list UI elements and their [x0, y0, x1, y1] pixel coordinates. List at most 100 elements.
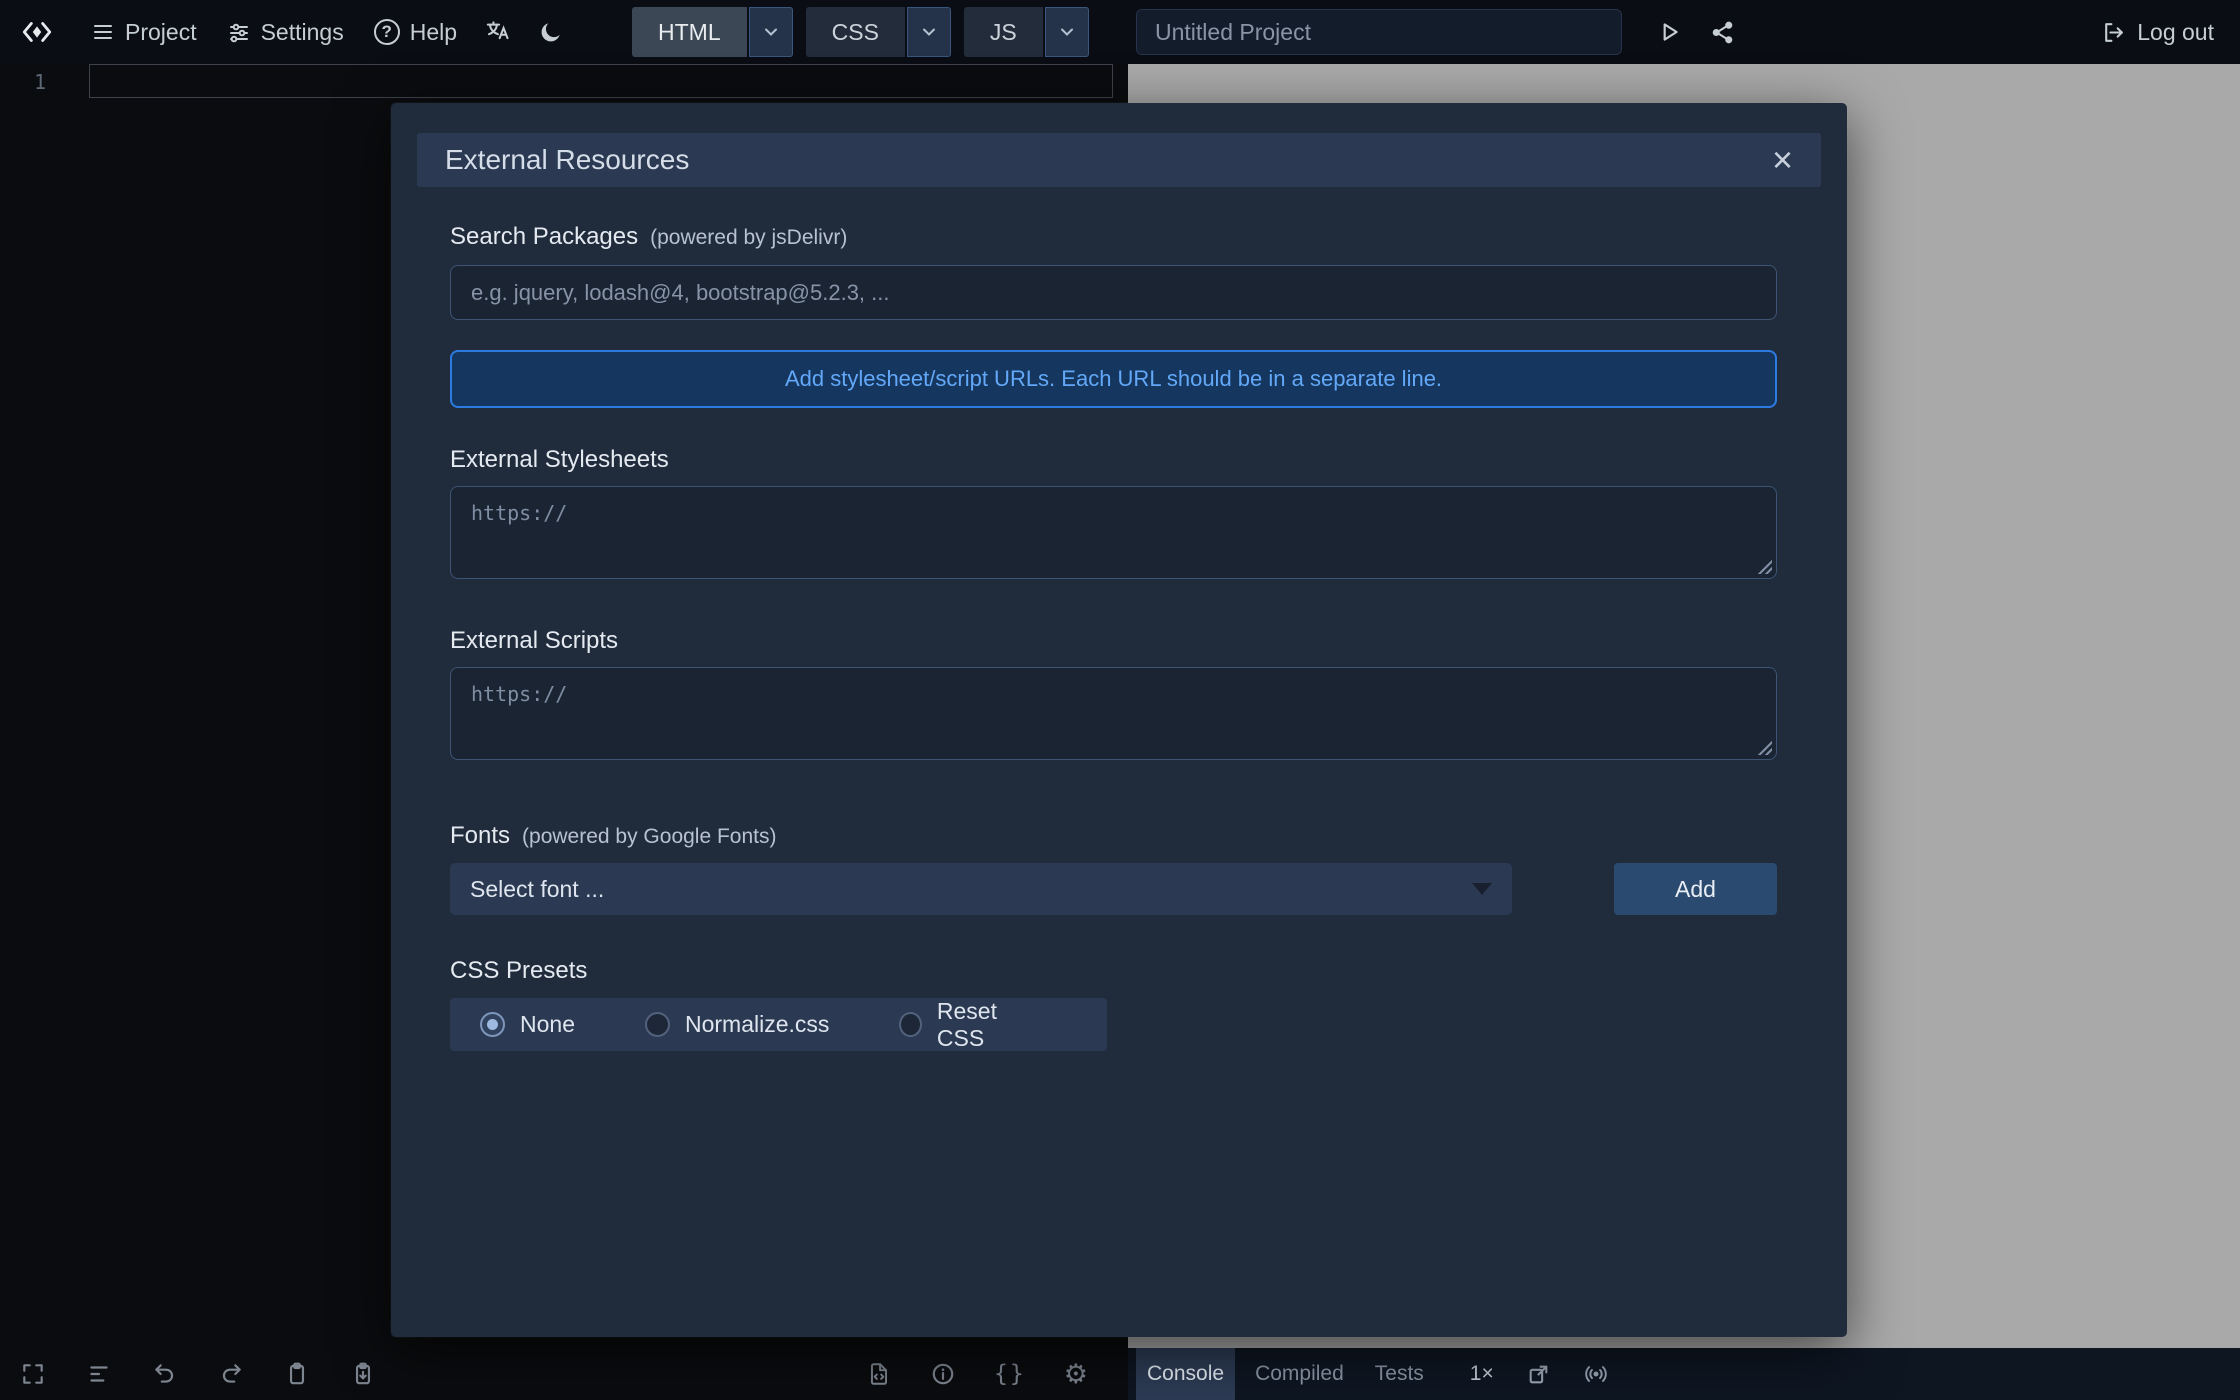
tab-js-label[interactable]: JS [964, 7, 1043, 57]
external-stylesheets-label: External Stylesheets [450, 446, 669, 474]
chevron-down-icon [761, 22, 781, 42]
logout-label: Log out [2137, 19, 2214, 46]
run-button[interactable] [1645, 0, 1693, 64]
custom-settings-button[interactable] [866, 1361, 892, 1387]
css-presets-label-row: CSS Presets [450, 957, 1777, 985]
radio-label: Normalize.css [685, 1011, 829, 1038]
redo-icon [218, 1361, 244, 1387]
editor-settings-button[interactable]: ⚙ [1064, 1361, 1088, 1388]
hamburger-icon [91, 20, 115, 44]
sliders-icon [227, 20, 251, 44]
translate-icon [485, 19, 512, 46]
radio-circle-icon [480, 1012, 505, 1037]
css-presets-radio-group: None Normalize.css Reset CSS [450, 998, 1107, 1051]
stylesheets-textarea-wrap [450, 486, 1777, 579]
menu-item-help[interactable]: ? Help [359, 0, 472, 64]
share-button[interactable] [1698, 0, 1746, 64]
fonts-label: Fonts [450, 822, 510, 850]
tab-js-dropdown[interactable] [1045, 7, 1089, 57]
radio-reset-css[interactable]: Reset CSS [899, 998, 1037, 1052]
app-logo-icon[interactable] [14, 9, 60, 55]
chevron-down-icon [1057, 22, 1077, 42]
font-select[interactable]: Select font ... [450, 863, 1512, 915]
menu-item-label: Settings [261, 19, 344, 46]
modal-body: Search Packages (powered by jsDelivr) Ad… [391, 223, 1847, 1051]
console-bar: Console Compiled Tests 1× [1128, 1348, 2240, 1400]
modal-title: External Resources [445, 144, 689, 176]
fonts-hint: (powered by Google Fonts) [522, 825, 776, 849]
tab-html-label[interactable]: HTML [632, 7, 747, 57]
scripts-label-row: External Scripts [450, 627, 1777, 655]
play-icon [1656, 19, 1682, 45]
editor-info-button[interactable] [930, 1361, 956, 1387]
main-menu: Project Settings ? Help [76, 0, 577, 64]
open-result-window-button[interactable] [1526, 1362, 1551, 1387]
tab-compiled[interactable]: Compiled [1244, 1348, 1355, 1400]
stylesheets-label-row: External Stylesheets [450, 446, 1777, 474]
broadcast-icon [1583, 1361, 1609, 1387]
modal-header: External Resources × [417, 133, 1821, 187]
share-icon [1710, 20, 1735, 45]
radio-label: None [520, 1011, 575, 1038]
logout-button[interactable]: Log out [2101, 0, 2214, 64]
editor-tools-right: {} ⚙ [866, 1348, 1088, 1400]
radio-none[interactable]: None [480, 1011, 575, 1038]
dark-mode-toggle[interactable] [525, 0, 577, 64]
css-presets-label: CSS Presets [450, 957, 587, 985]
copy-button[interactable] [284, 1361, 310, 1387]
external-resources-modal: External Resources × Search Packages (po… [391, 103, 1847, 1337]
open-window-icon [1526, 1362, 1551, 1387]
menu-item-label: Help [410, 19, 457, 46]
format-code-button[interactable] [86, 1361, 112, 1387]
menu-item-project[interactable]: Project [76, 0, 212, 64]
braces-icon: {} [994, 1361, 1026, 1387]
external-scripts-label: External Scripts [450, 627, 618, 655]
close-icon[interactable]: × [1772, 142, 1793, 178]
tab-css-label[interactable]: CSS [806, 7, 905, 57]
broadcast-button[interactable] [1583, 1361, 1609, 1387]
url-hint-banner: Add stylesheet/script URLs. Each URL sho… [450, 350, 1777, 408]
external-stylesheets-textarea[interactable] [450, 486, 1777, 579]
menu-item-settings[interactable]: Settings [212, 0, 359, 64]
project-title-input[interactable] [1136, 9, 1622, 55]
help-icon: ? [374, 19, 400, 45]
corners-icon [20, 1361, 46, 1387]
search-packages-label: Search Packages [450, 223, 638, 251]
moon-icon [538, 19, 564, 45]
tab-console[interactable]: Console [1136, 1348, 1235, 1400]
fonts-label-row: Fonts (powered by Google Fonts) [450, 822, 1777, 850]
focus-editor-button[interactable] [20, 1361, 46, 1387]
tab-tests[interactable]: Tests [1364, 1348, 1435, 1400]
topbar: Project Settings ? Help [0, 0, 2240, 64]
select-caret-icon [1472, 883, 1492, 895]
line-number: 1 [20, 70, 46, 94]
tab-html-dropdown[interactable] [749, 7, 793, 57]
clipboard-icon [284, 1361, 310, 1387]
editor-current-line-box [89, 64, 1113, 98]
tab-css-dropdown[interactable] [907, 7, 951, 57]
search-packages-hint: (powered by jsDelivr) [650, 226, 847, 250]
search-packages-input[interactable] [450, 265, 1777, 320]
radio-circle-icon [645, 1012, 670, 1037]
radio-normalize-css[interactable]: Normalize.css [645, 1011, 829, 1038]
format-lines-icon [86, 1361, 112, 1387]
scripts-textarea-wrap [450, 667, 1777, 760]
radio-circle-icon [899, 1012, 921, 1037]
paste-button[interactable] [350, 1361, 376, 1387]
tab-js: JS [964, 7, 1089, 57]
undo-button[interactable] [152, 1361, 178, 1387]
tab-css: CSS [806, 7, 951, 57]
undo-icon [152, 1361, 178, 1387]
gear-icon: ⚙ [1064, 1361, 1088, 1388]
tab-html: HTML [632, 7, 793, 57]
editor-syntax-button[interactable]: {} [994, 1361, 1026, 1387]
code-file-icon [866, 1361, 892, 1387]
translate-button[interactable] [472, 0, 525, 64]
add-font-button[interactable]: Add [1614, 863, 1777, 915]
external-scripts-textarea[interactable] [450, 667, 1777, 760]
search-packages-label-row: Search Packages (powered by jsDelivr) [450, 223, 1777, 251]
zoom-level-button[interactable]: 1× [1470, 1362, 1494, 1386]
chevron-down-icon [919, 22, 939, 42]
redo-button[interactable] [218, 1361, 244, 1387]
font-select-value: Select font ... [470, 876, 604, 903]
